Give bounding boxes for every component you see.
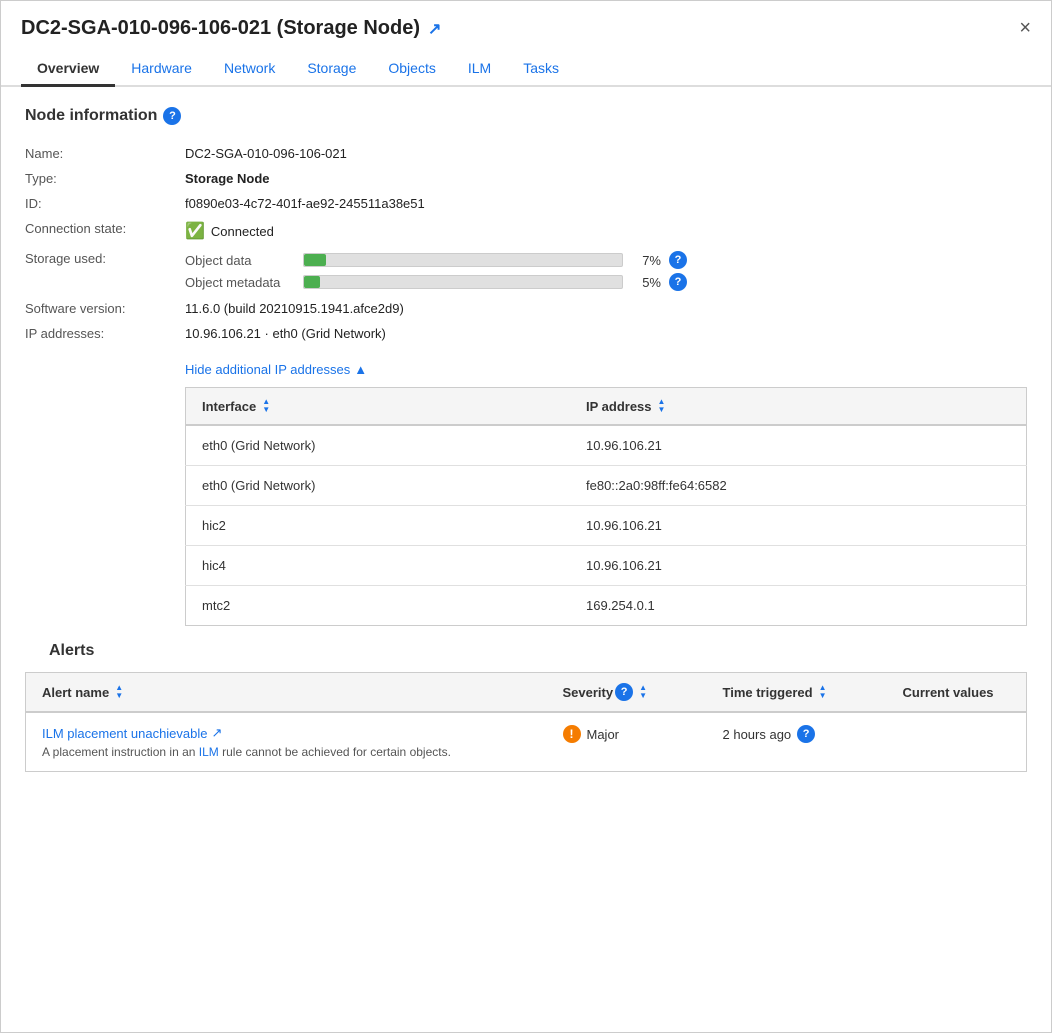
severity-sort-icon[interactable]: ▲▼	[639, 684, 647, 700]
alerts-table: Alert name ▲▼ Severity ?	[25, 672, 1027, 772]
time-help-icon[interactable]: ?	[797, 725, 815, 743]
alert-time-cell: 2 hours ago ?	[707, 712, 887, 772]
alert-row: ILM placement unachievable ↗ A placement…	[26, 712, 1027, 772]
col-current-values: Current values	[887, 673, 1027, 713]
tab-ilm[interactable]: ILM	[452, 52, 507, 87]
tab-objects[interactable]: Objects	[372, 52, 451, 87]
alert-description: A placement instruction in an ILM rule c…	[42, 745, 531, 759]
info-row-storage: Storage used: Object data 7% ? Object	[25, 246, 1027, 296]
ip-table-row: eth0 (Grid Network)fe80::2a0:98ff:fe64:6…	[186, 466, 1027, 506]
info-row-name: Name: DC2-SGA-010-096-106-021	[25, 141, 1027, 166]
content-area: Node information ? Name: DC2-SGA-010-096…	[1, 87, 1051, 792]
info-row-ip: IP addresses: 10.96.106.21 · eth0 (Grid …	[25, 321, 1027, 346]
id-value: f0890e03-4c72-401f-ae92-245511a38e51	[185, 191, 1027, 216]
storage-used-value: Object data 7% ? Object metadata	[185, 246, 1027, 296]
info-row-type: Type: Storage Node	[25, 166, 1027, 191]
interface-cell: mtc2	[186, 586, 571, 626]
tab-overview[interactable]: Overview	[21, 52, 115, 87]
ip-cell: fe80::2a0:98ff:fe64:6582	[570, 466, 1027, 506]
node-info-help-icon[interactable]: ?	[163, 107, 181, 125]
close-button[interactable]: ×	[1019, 17, 1031, 40]
connection-value: ✅ Connected	[185, 216, 1027, 246]
ip-addresses-table: Interface ▲▼ IP address ▲▼	[185, 387, 1027, 626]
col-time-triggered: Time triggered ▲▼	[707, 673, 887, 713]
ip-table-row: mtc2169.254.0.1	[186, 586, 1027, 626]
object-data-label: Object data	[185, 253, 295, 268]
tabs: Overview Hardware Network Storage Object…	[1, 52, 1051, 87]
object-metadata-bar-fill	[304, 276, 320, 288]
hide-ip-addresses-link[interactable]: Hide additional IP addresses ▲	[185, 362, 1027, 377]
object-metadata-help-icon[interactable]: ?	[669, 273, 687, 291]
info-row-id: ID: f0890e03-4c72-401f-ae92-245511a38e51	[25, 191, 1027, 216]
col-severity: Severity ? ▲▼	[547, 673, 707, 713]
ip-cell: 10.96.106.21	[570, 425, 1027, 466]
tab-tasks[interactable]: Tasks	[507, 52, 575, 87]
alert-name-cell: ILM placement unachievable ↗ A placement…	[26, 712, 547, 772]
ip-table-row: eth0 (Grid Network)10.96.106.21	[186, 425, 1027, 466]
tab-hardware[interactable]: Hardware	[115, 52, 208, 87]
object-data-bar-fill	[304, 254, 326, 266]
severity-help-icon[interactable]: ?	[615, 683, 633, 701]
col-interface: Interface ▲▼	[186, 388, 571, 426]
type-label: Type:	[25, 166, 185, 191]
object-data-bar	[303, 253, 623, 267]
external-link-icon[interactable]: ↗	[428, 19, 441, 39]
name-label: Name:	[25, 141, 185, 166]
col-alert-name: Alert name ▲▼	[26, 673, 547, 713]
alert-severity-cell: ! Major	[547, 712, 707, 772]
ip-table-row: hic410.96.106.21	[186, 546, 1027, 586]
interface-sort-icon[interactable]: ▲▼	[262, 398, 270, 414]
modal-title: DC2-SGA-010-096-106-021 (Storage Node) ↗	[21, 17, 441, 40]
ip-cell: 169.254.0.1	[570, 586, 1027, 626]
severity-major-icon: !	[563, 725, 581, 743]
interface-cell: hic2	[186, 506, 571, 546]
interface-cell: hic4	[186, 546, 571, 586]
tab-storage[interactable]: Storage	[291, 52, 372, 87]
severity-value: Major	[587, 727, 620, 742]
alert-name-link[interactable]: ILM placement unachievable ↗	[42, 725, 531, 741]
interface-cell: eth0 (Grid Network)	[186, 425, 571, 466]
alert-name-sort-icon[interactable]: ▲▼	[115, 684, 123, 700]
ip-value: 10.96.106.21 · eth0 (Grid Network)	[185, 321, 1027, 346]
ip-cell: 10.96.106.21	[570, 546, 1027, 586]
col-ip-address: IP address ▲▼	[570, 388, 1027, 426]
node-info-title: Node information ?	[25, 107, 1027, 125]
ip-cell: 10.96.106.21	[570, 506, 1027, 546]
time-value: 2 hours ago	[723, 727, 792, 742]
info-row-connection: Connection state: ✅ Connected	[25, 216, 1027, 246]
ilm-link[interactable]: ILM	[199, 745, 219, 759]
ip-sort-icon[interactable]: ▲▼	[658, 398, 666, 414]
type-value: Storage Node	[185, 166, 1027, 191]
ip-label: IP addresses:	[25, 321, 185, 346]
alert-external-link-icon[interactable]: ↗	[212, 725, 223, 741]
object-metadata-label: Object metadata	[185, 275, 295, 290]
object-metadata-bar	[303, 275, 623, 289]
software-label: Software version:	[25, 296, 185, 321]
ip-table-row: hic210.96.106.21	[186, 506, 1027, 546]
connected-icon: ✅	[185, 221, 205, 241]
chevron-up-icon: ▲	[354, 362, 367, 377]
connection-label: Connection state:	[25, 216, 185, 246]
id-label: ID:	[25, 191, 185, 216]
alert-current-values-cell	[887, 712, 1027, 772]
tab-network[interactable]: Network	[208, 52, 291, 87]
object-data-pct: 7%	[631, 253, 661, 268]
info-row-software: Software version: 11.6.0 (build 20210915…	[25, 296, 1027, 321]
alerts-section: Alerts Alert name ▲▼	[25, 642, 1027, 772]
node-info-table: Name: DC2-SGA-010-096-106-021 Type: Stor…	[25, 141, 1027, 346]
alerts-title: Alerts	[25, 642, 1027, 660]
software-value: 11.6.0 (build 20210915.1941.afce2d9)	[185, 296, 1027, 321]
interface-cell: eth0 (Grid Network)	[186, 466, 571, 506]
name-value: DC2-SGA-010-096-106-021	[185, 141, 1027, 166]
object-data-help-icon[interactable]: ?	[669, 251, 687, 269]
object-metadata-pct: 5%	[631, 275, 661, 290]
storage-used-label: Storage used:	[25, 246, 185, 296]
time-sort-icon[interactable]: ▲▼	[819, 684, 827, 700]
